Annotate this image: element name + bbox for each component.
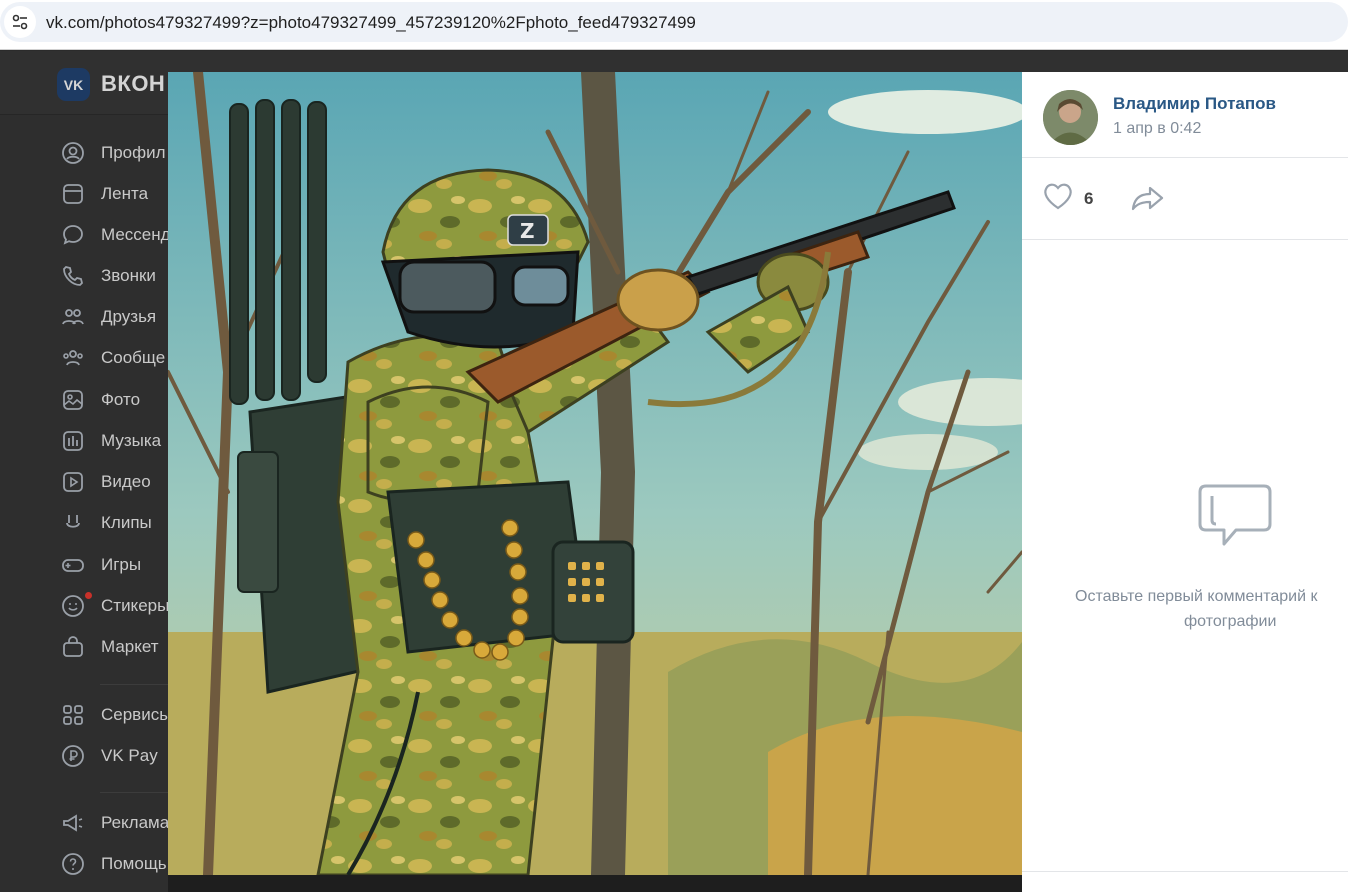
soldier-illustration: Z <box>168 72 1022 875</box>
communities-icon <box>60 345 86 371</box>
share-icon <box>1130 186 1166 216</box>
empty-comments-line1: Оставьте первый комментарий к <box>1075 588 1318 605</box>
comments-footer-divider <box>1022 871 1348 872</box>
sidebar-item-communities[interactable]: Сообще <box>60 342 170 374</box>
sidebar-item-help[interactable]: Помощь <box>60 848 170 880</box>
sidebar-item-friends[interactable]: Друзья <box>60 301 170 333</box>
sidebar-divider <box>100 792 170 793</box>
author-name[interactable]: Владимир Потапов <box>1113 94 1276 114</box>
sidebar-item-feed[interactable]: Лента <box>60 178 170 210</box>
notification-dot <box>85 592 92 599</box>
sidebar-item-label: Музыка <box>101 431 162 450</box>
empty-comments-text: Оставьте первый комментарий к фотографии <box>1075 584 1348 634</box>
sidebar-item-clips[interactable]: Клипы <box>60 507 170 539</box>
sidebar-item-stickers[interactable]: Стикеры <box>60 590 170 622</box>
sidebar-item-ads[interactable]: Реклама <box>60 807 170 839</box>
browser-address-bar: vk.com/photos479327499?z=photo479327499_… <box>0 0 1348 50</box>
sidebar-item-profile[interactable]: Профил <box>60 137 170 169</box>
clips-icon <box>60 510 86 536</box>
like-count: 6 <box>1084 188 1094 208</box>
friends-icon <box>60 304 86 330</box>
omnibox[interactable]: vk.com/photos479327499?z=photo479327499_… <box>0 2 1348 42</box>
tune-icon[interactable] <box>4 6 36 38</box>
help-icon <box>60 851 86 877</box>
profile-icon <box>60 140 86 166</box>
video-icon <box>60 469 86 495</box>
market-icon <box>60 634 86 660</box>
sidebar-item-games[interactable]: Игры <box>60 549 170 581</box>
sidebar-item-market[interactable]: Маркет <box>60 631 170 663</box>
sidebar-item-photos[interactable]: Фото <box>60 384 170 416</box>
ads-icon <box>60 810 86 836</box>
sidebar-item-label: Помощь <box>101 854 167 873</box>
sidebar-item-label: Стикеры <box>101 596 170 615</box>
sidebar-item-label: Клипы <box>101 513 152 532</box>
photo-bottom-strip <box>168 875 1022 892</box>
sidebar-item-label: Реклама <box>101 813 170 832</box>
stickers-icon <box>60 593 86 619</box>
sidebar-item-label: Игры <box>101 555 142 574</box>
photo-viewer-image[interactable]: Z <box>168 72 1022 875</box>
sidebar-item-label: Звонки <box>101 266 156 285</box>
sidebar-item-label: Друзья <box>101 307 157 326</box>
empty-comments-line2: фотографии <box>1184 613 1277 630</box>
sidebar-item-label: Маркет <box>101 637 159 656</box>
sidebar-item-label: Профил <box>101 143 166 162</box>
sidebar-item-vkpay[interactable]: VK Pay <box>60 740 170 772</box>
sidebar-item-label: Сервисы <box>101 705 172 724</box>
photo-info-panel: Владимир Потапов 1 апр в 0:42 6 Оставьте… <box>1022 72 1348 892</box>
messenger-icon <box>60 222 86 248</box>
sidebar: Профил Лента Мессенд Звонки Друзья Сообщ… <box>0 115 172 892</box>
sidebar-item-label: Видео <box>101 472 151 491</box>
phone-icon <box>60 263 86 289</box>
url-text[interactable]: vk.com/photos479327499?z=photo479327499_… <box>46 13 696 33</box>
feed-icon <box>60 181 86 207</box>
vk-logo-text[interactable]: ВКОН <box>101 71 165 97</box>
games-icon <box>60 552 86 578</box>
sidebar-item-label: Лента <box>101 184 149 203</box>
author-header: Владимир Потапов 1 апр в 0:42 <box>1022 72 1348 158</box>
sidebar-item-video[interactable]: Видео <box>60 466 170 498</box>
comments-icon <box>1198 484 1272 555</box>
services-icon <box>60 702 86 728</box>
photo-icon <box>60 387 86 413</box>
vk-logo-icon[interactable]: VK <box>57 68 90 101</box>
sidebar-item-label: Мессенд <box>101 225 171 244</box>
post-date[interactable]: 1 апр в 0:42 <box>1113 120 1201 138</box>
heart-icon <box>1042 182 1074 215</box>
sidebar-item-music[interactable]: Музыка <box>60 425 170 457</box>
post-actions: 6 <box>1022 158 1348 240</box>
music-icon <box>60 428 86 454</box>
sidebar-divider <box>100 684 170 685</box>
sidebar-item-services[interactable]: Сервисы <box>60 699 172 731</box>
sidebar-item-calls[interactable]: Звонки <box>60 260 170 292</box>
sidebar-item-label: VK Pay <box>101 746 158 765</box>
avatar[interactable] <box>1043 90 1098 145</box>
share-button[interactable] <box>1130 184 1166 217</box>
like-button[interactable]: 6 <box>1042 182 1093 215</box>
vkpay-icon <box>60 743 86 769</box>
svg-text:Z: Z <box>520 219 535 243</box>
sidebar-item-label: Сообще <box>101 348 166 367</box>
sidebar-item-label: Фото <box>101 390 141 409</box>
sidebar-item-messenger[interactable]: Мессенд <box>60 219 171 251</box>
